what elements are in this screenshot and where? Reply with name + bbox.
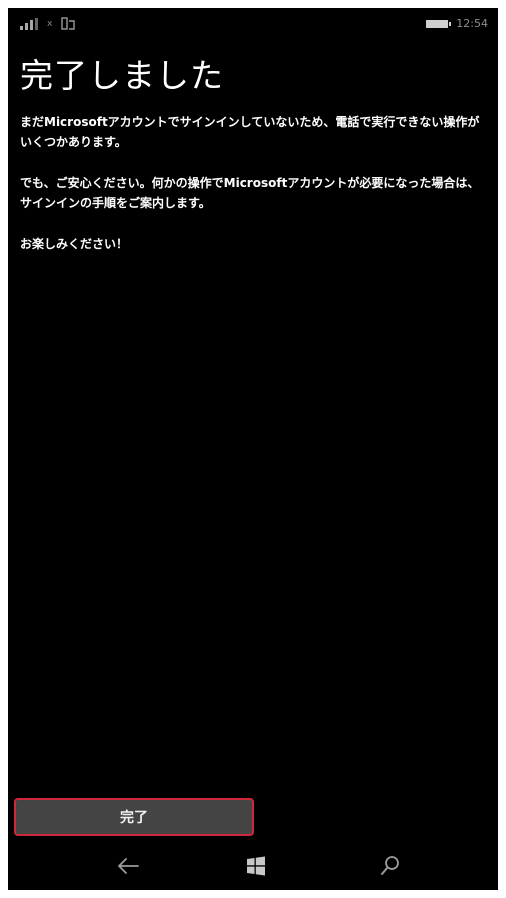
paragraph-enjoy: お楽しみください！ bbox=[20, 237, 129, 251]
battery-icon bbox=[426, 19, 452, 28]
back-arrow-icon[interactable] bbox=[114, 852, 142, 880]
navigation-bar bbox=[8, 840, 498, 890]
clock: 12:54 bbox=[456, 17, 488, 30]
done-button[interactable]: 完了 bbox=[14, 798, 254, 836]
body-text: まだMicrosoftアカウントでサインインしていないため、電話で実行できない操… bbox=[20, 112, 490, 275]
paragraph-account-notice: まだMicrosoftアカウントでサインインしていないため、電話で実行できない操… bbox=[20, 115, 480, 149]
wifi-icon bbox=[61, 17, 76, 30]
page-title: 完了しました bbox=[20, 56, 224, 95]
phone-screen: x 12:54 完了しました まだMicrosoftアカウントでサインインしてい… bbox=[8, 8, 498, 890]
windows-logo-icon[interactable] bbox=[242, 852, 270, 880]
status-right-group: 12:54 bbox=[426, 17, 488, 30]
search-icon[interactable] bbox=[376, 852, 404, 880]
status-left-group: x bbox=[20, 17, 76, 30]
signal-strength-icon bbox=[20, 18, 38, 30]
status-bar: x 12:54 bbox=[8, 8, 498, 42]
no-data-indicator: x bbox=[47, 19, 53, 29]
paragraph-reassurance: でも、ご安心ください。何かの操作でMicrosoftアカウントが必要になった場合… bbox=[20, 176, 480, 210]
